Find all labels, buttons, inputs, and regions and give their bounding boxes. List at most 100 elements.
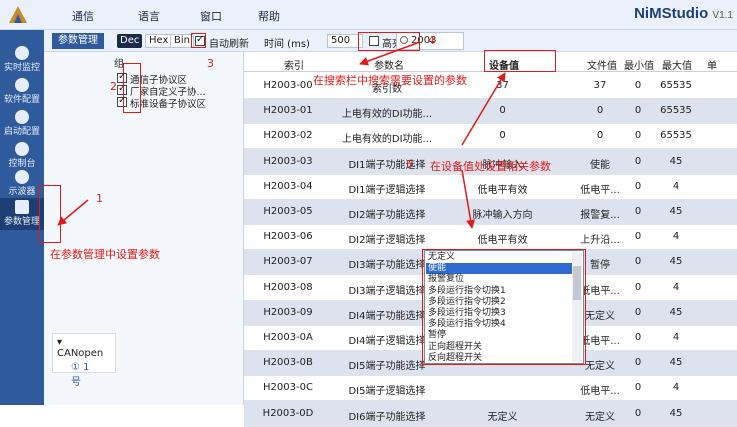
menu-help[interactable]: 帮助	[258, 8, 280, 24]
cell-max: 65535	[660, 130, 692, 142]
dec-button[interactable]: Dec	[117, 34, 143, 48]
rail-item-monitor[interactable]: 实时监控	[0, 44, 44, 76]
cell-min: 0	[634, 382, 642, 394]
cell-name: DI6端子功能选择	[348, 411, 426, 423]
cell-max: 45	[669, 306, 683, 318]
cell-min: 0	[634, 130, 642, 142]
cell-max: 65535	[660, 105, 692, 117]
cell-max: 4	[672, 180, 680, 192]
cell-min: 0	[634, 281, 642, 293]
table-row[interactable]: H2003-0D DI6端子功能选择 无定义 无定义 0 45	[244, 400, 737, 427]
cell-max: 4	[672, 231, 680, 243]
cell-min: 0	[634, 256, 642, 268]
annotation-number-3: 3	[207, 57, 214, 70]
cell-index: H2003-05	[263, 206, 313, 217]
group-item-standard[interactable]: 标准设备子协议区	[117, 95, 206, 110]
cell-index: H2003-08	[263, 281, 313, 293]
cell-max: 45	[669, 155, 683, 167]
col-file-value: 文件值	[587, 61, 617, 72]
app-title: NiMStudio V1.1	[634, 5, 733, 22]
table-row[interactable]: H2003-02 上电有效的DI功能... 0 0 0 65535	[244, 123, 737, 150]
cell-min: 0	[634, 407, 642, 419]
cell-max: 65535	[660, 80, 692, 91]
cell-name: DI2端子功能选择	[348, 210, 426, 221]
startup-icon	[15, 110, 29, 124]
cell-file-value: 报警复...	[580, 210, 620, 221]
cell-index: H2003-06	[263, 231, 313, 243]
cell-index: H2003-01	[263, 105, 313, 117]
cell-name: 上电有效的DI功能...	[341, 134, 433, 146]
cell-min: 0	[634, 306, 642, 318]
table-row[interactable]: H2003-04 DI1端子逻辑选择 低电平有效 低电平... 0 4	[244, 174, 737, 200]
cell-min: 0	[634, 80, 642, 91]
cell-file-value: 0	[596, 130, 604, 142]
cell-name: 上电有效的DI功能...	[341, 109, 433, 121]
menu-language[interactable]: 语言	[138, 8, 160, 24]
cell-device-value[interactable]: 0	[430, 130, 575, 141]
cell-index: H2003-0A	[263, 332, 313, 343]
cell-name: DI5端子逻辑选择	[348, 386, 426, 398]
cell-file-value: 低电平...	[580, 184, 620, 196]
annotation-box-dropdown	[422, 249, 586, 365]
console-icon	[15, 142, 29, 156]
menu-window[interactable]: 窗口	[200, 8, 222, 24]
annotation-number-5: 5	[406, 158, 413, 171]
table-row[interactable]: H2003-05 DI2端子功能选择 脉冲输入方向 报警复... 0 45	[244, 199, 737, 225]
cell-max: 45	[669, 407, 683, 419]
monitor-icon	[15, 46, 29, 60]
table-row[interactable]: H2003-0C DI5端子逻辑选择 低电平... 0 4	[244, 375, 737, 402]
table-row[interactable]: H2003-06 DI2端子逻辑选择 低电平有效 上升沿... 0 4	[244, 224, 737, 251]
cell-index: H2003-07	[263, 256, 313, 268]
cell-min: 0	[634, 155, 642, 167]
cell-device-value[interactable]: 无定义	[430, 408, 575, 423]
annotation-number-4: 4	[428, 34, 435, 47]
cell-min: 0	[634, 357, 642, 369]
col-max: 最大值	[662, 61, 692, 72]
cell-index: H2003-0D	[262, 407, 314, 419]
scope-icon	[15, 170, 29, 184]
annotation-box-auto-refresh	[191, 33, 206, 48]
cell-min: 0	[634, 332, 642, 343]
cell-min: 0	[634, 231, 642, 243]
rail-item-startup[interactable]: 启动配置	[0, 108, 44, 140]
cell-max: 4	[672, 332, 680, 343]
cell-file-value: 无定义	[585, 411, 615, 423]
cell-file-value: 使能	[590, 159, 610, 171]
table-row[interactable]: H2003-01 上电有效的DI功能... 0 0 0 65535	[244, 98, 737, 125]
cell-index: H2003-02	[263, 130, 313, 142]
cell-file-value: 上升沿...	[580, 235, 620, 247]
annotation-text-1: 在参数管理中设置参数	[50, 248, 160, 261]
cell-min: 0	[634, 105, 642, 117]
annotation-number-1: 1	[96, 192, 103, 205]
cell-min: 0	[634, 180, 642, 192]
cell-max: 4	[672, 281, 680, 293]
hex-button[interactable]: Hex	[145, 34, 173, 48]
cell-index: H2003-03	[263, 155, 313, 167]
menu-comm[interactable]: 通信	[72, 8, 94, 24]
cell-index: H2003-0B	[263, 357, 313, 369]
cell-min: 0	[634, 206, 642, 217]
cell-device-value[interactable]: 低电平有效	[430, 231, 575, 246]
rail-item-params[interactable]: 参数管理	[0, 198, 44, 230]
tab-param-manage[interactable]: 参数管理	[52, 33, 104, 49]
annotation-box-param-rail	[39, 185, 61, 243]
tree-root[interactable]: ▾ CANopen	[53, 334, 115, 362]
annotation-text-5: 在设备值处设置相关参数	[430, 160, 551, 173]
rail-item-software[interactable]: 软件配置	[0, 76, 44, 108]
annotation-box-groups	[123, 63, 141, 113]
cell-device-value[interactable]: 低电平有效	[430, 181, 575, 196]
cell-device-value[interactable]: 0	[430, 105, 575, 116]
cell-name: DI1端子功能选择	[348, 159, 426, 171]
rail-item-scope[interactable]: 示波器	[0, 168, 44, 200]
device-tree[interactable]: ▾ CANopen ① 1号	[52, 333, 116, 388]
cell-max: 45	[669, 206, 683, 217]
cell-index: H2003-0C	[263, 382, 313, 394]
annotation-number-2: 2	[110, 80, 117, 93]
software-icon	[15, 78, 29, 92]
tree-child[interactable]: ① 1号	[53, 362, 115, 388]
cell-name: DI1端子逻辑选择	[348, 184, 426, 196]
cell-file-value: 低电平...	[580, 386, 620, 398]
cell-device-value[interactable]: 脉冲输入方向	[430, 206, 575, 221]
cell-index: H2003-04	[263, 180, 313, 192]
cell-file-value: 0	[596, 105, 604, 117]
